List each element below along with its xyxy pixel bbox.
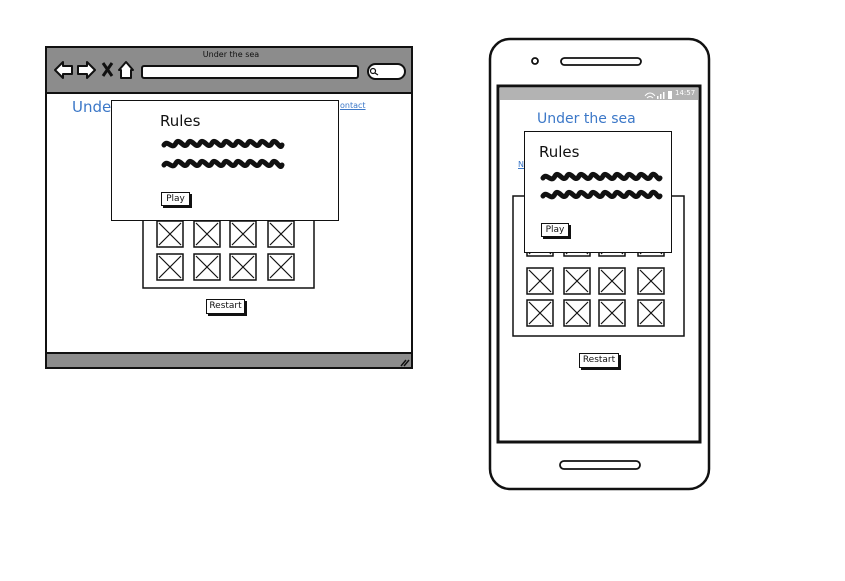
- card-placeholder[interactable]: [598, 267, 626, 295]
- card-placeholder[interactable]: [637, 299, 665, 327]
- mobile-card-grid: [526, 229, 665, 327]
- card-placeholder[interactable]: [526, 267, 554, 295]
- card-placeholder[interactable]: [598, 299, 626, 327]
- mobile-play-button[interactable]: Play: [541, 223, 569, 237]
- card-placeholder[interactable]: [563, 267, 591, 295]
- mobile-restart-button[interactable]: Restart: [579, 353, 619, 368]
- card-placeholder[interactable]: [526, 299, 554, 327]
- mobile-rules-modal: Rules Play: [524, 131, 672, 253]
- mobile-phone: 14:57 Under the sea N Restart Rules Play: [0, 0, 845, 581]
- card-placeholder[interactable]: [563, 299, 591, 327]
- card-placeholder[interactable]: [637, 267, 665, 295]
